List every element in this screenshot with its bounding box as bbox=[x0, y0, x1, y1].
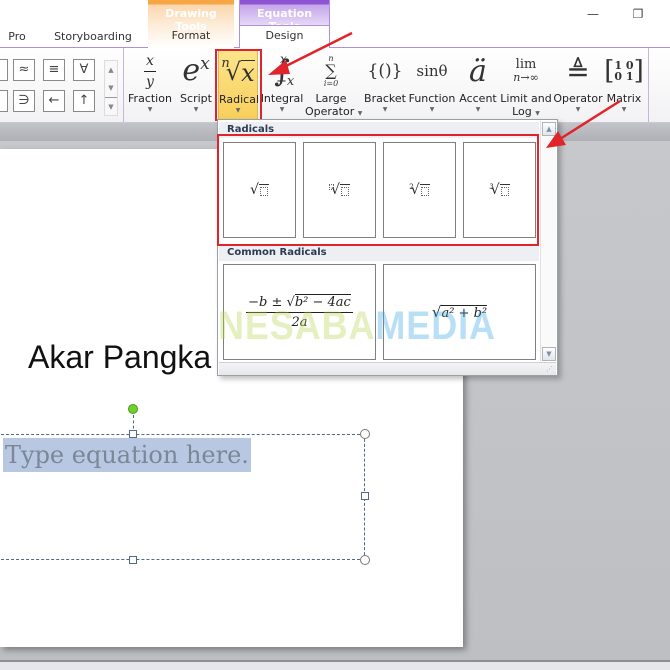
bracket-label: Bracket bbox=[364, 92, 406, 105]
group-separator bbox=[123, 48, 124, 122]
operator-button[interactable]: ≜ Operator ▼ bbox=[553, 50, 603, 120]
common-radical-pythagorean[interactable]: √a² + b² bbox=[383, 264, 536, 360]
function-icon: sinθ bbox=[416, 62, 448, 80]
minimize-button[interactable]: — bbox=[582, 6, 604, 22]
symbols-scroll-down[interactable]: ▼ bbox=[105, 79, 117, 97]
limit-log-label2: Log ▼ bbox=[512, 105, 540, 118]
chevron-down-icon: ▼ bbox=[475, 106, 481, 113]
restore-button[interactable]: ❐ bbox=[627, 6, 649, 22]
symbols-gallery: ≈ ≡ ∀ ∋ ← ↑ ▲ ▼ ▼ bbox=[0, 54, 118, 116]
matrix-icon: [ 1 0 0 1 ] bbox=[604, 56, 644, 86]
symbols-scrollbar[interactable]: ▲ ▼ ▼ bbox=[104, 60, 118, 116]
function-label: Function bbox=[408, 92, 456, 105]
chevron-down-icon: ▼ bbox=[147, 106, 153, 113]
tab-storyboarding[interactable]: Storyboarding bbox=[50, 29, 136, 48]
gallery-scrollbar[interactable]: ▲ ▼ bbox=[540, 121, 556, 361]
symbol-cell[interactable]: ≡ bbox=[43, 59, 65, 81]
symbol-cell[interactable]: ← bbox=[43, 90, 65, 112]
matrix-label: Matrix bbox=[606, 92, 642, 105]
operator-icon: ≜ bbox=[566, 54, 590, 88]
large-operator-label2: Operator ▼ bbox=[305, 105, 363, 118]
symbol-cell[interactable]: ≈ bbox=[13, 59, 35, 81]
resize-grip-icon[interactable]: ⋰ bbox=[546, 365, 553, 373]
integral-icon: ∫ x −x bbox=[274, 52, 295, 89]
matrix-button[interactable]: [ 1 0 0 1 ] Matrix ▼ bbox=[604, 50, 644, 120]
resize-handle-bottom[interactable] bbox=[129, 556, 137, 564]
limit-log-icon: lim n→∞ bbox=[513, 57, 539, 84]
bracket-icon: {()} bbox=[367, 61, 403, 81]
symbol-cell-partial[interactable] bbox=[0, 90, 8, 112]
symbol-cell[interactable]: ↑ bbox=[73, 90, 95, 112]
ribbon-tab-strip: Pro 10 Storyboarding Drawing Tools Forma… bbox=[0, 0, 670, 59]
radical-highlight-box bbox=[215, 49, 262, 121]
operator-label: Operator bbox=[553, 92, 603, 105]
tab-design[interactable]: Design bbox=[240, 29, 329, 42]
fraction-button[interactable]: x y Fraction ▼ bbox=[127, 50, 173, 120]
resize-handle-top-right[interactable] bbox=[360, 429, 370, 439]
script-label: Script bbox=[180, 92, 212, 105]
limit-log-button[interactable]: lim n→∞ Limit and Log ▼ bbox=[500, 50, 552, 120]
group-separator bbox=[648, 48, 649, 122]
symbol-cell[interactable]: ∋ bbox=[13, 90, 35, 112]
bracket-button[interactable]: {()} Bracket ▼ bbox=[364, 50, 406, 120]
integral-button[interactable]: ∫ x −x Integral ▼ bbox=[260, 50, 304, 120]
gallery-scroll-down[interactable]: ▼ bbox=[542, 347, 556, 361]
chevron-down-icon: ▼ bbox=[279, 106, 285, 113]
accent-icon: ä bbox=[469, 53, 487, 89]
script-icon: ex bbox=[182, 53, 210, 88]
gallery-footer: ⋰ bbox=[219, 362, 556, 375]
large-operator-button[interactable]: n ∑ i=0 Large Operator ▼ bbox=[305, 50, 363, 120]
fraction-label: Fraction bbox=[128, 92, 172, 105]
limit-log-label: Limit and bbox=[500, 92, 552, 105]
symbol-cell[interactable]: ∀ bbox=[73, 59, 95, 81]
section-header-common-radicals: Common Radicals bbox=[219, 245, 539, 261]
pythagorean-formula: √a² + b² bbox=[431, 303, 488, 321]
chevron-down-icon: ▼ bbox=[621, 106, 627, 113]
chevron-down-icon: ▼ bbox=[575, 106, 581, 113]
tab-format[interactable]: Format bbox=[148, 29, 234, 42]
chevron-down-icon: ▼ bbox=[382, 106, 388, 113]
common-radical-quadratic-formula[interactable]: −b ± √b² − 4ac 2a bbox=[223, 264, 376, 360]
chevron-down-icon: ▼ bbox=[429, 106, 435, 113]
large-operator-label: Large bbox=[315, 92, 347, 105]
fraction-icon: x y bbox=[144, 52, 156, 90]
symbols-scroll-up[interactable]: ▲ bbox=[105, 61, 117, 79]
equation-placeholder[interactable]: Type equation here. bbox=[3, 438, 251, 472]
symbol-cell-partial[interactable] bbox=[0, 59, 8, 81]
rotation-handle[interactable] bbox=[128, 404, 138, 414]
gallery-scroll-up[interactable]: ▲ bbox=[542, 122, 556, 136]
slide-title-text[interactable]: Akar Pangka bbox=[28, 339, 211, 376]
chevron-down-icon: ▼ bbox=[193, 106, 199, 113]
function-button[interactable]: sinθ Function ▼ bbox=[408, 50, 456, 120]
script-button[interactable]: ex Script ▼ bbox=[176, 50, 216, 120]
accent-button[interactable]: ä Accent ▼ bbox=[458, 50, 498, 120]
accent-label: Accent bbox=[459, 92, 497, 105]
drawing-tools-group: Drawing Tools Format bbox=[148, 0, 234, 48]
integral-label: Integral bbox=[260, 92, 304, 105]
resize-handle-right[interactable] bbox=[361, 492, 369, 500]
equation-box[interactable]: Type equation here. bbox=[0, 434, 365, 560]
resize-handle-bottom-right[interactable] bbox=[360, 555, 370, 565]
tab-pro10[interactable]: Pro 10 bbox=[0, 29, 34, 59]
ribbon: ≈ ≡ ∀ ∋ ← ↑ ▲ ▼ ▼ x y Fraction ▼ ex Scri… bbox=[0, 48, 670, 123]
quadratic-formula: −b ± √b² − 4ac 2a bbox=[246, 293, 353, 330]
equation-tools-group: Equation Tools Design bbox=[239, 0, 330, 49]
status-bar bbox=[0, 660, 670, 670]
radicals-highlight-box bbox=[217, 134, 539, 246]
large-operator-icon: n ∑ i=0 bbox=[323, 53, 339, 88]
resize-handle-top[interactable] bbox=[129, 430, 137, 438]
symbols-more[interactable]: ▼ bbox=[105, 97, 117, 115]
